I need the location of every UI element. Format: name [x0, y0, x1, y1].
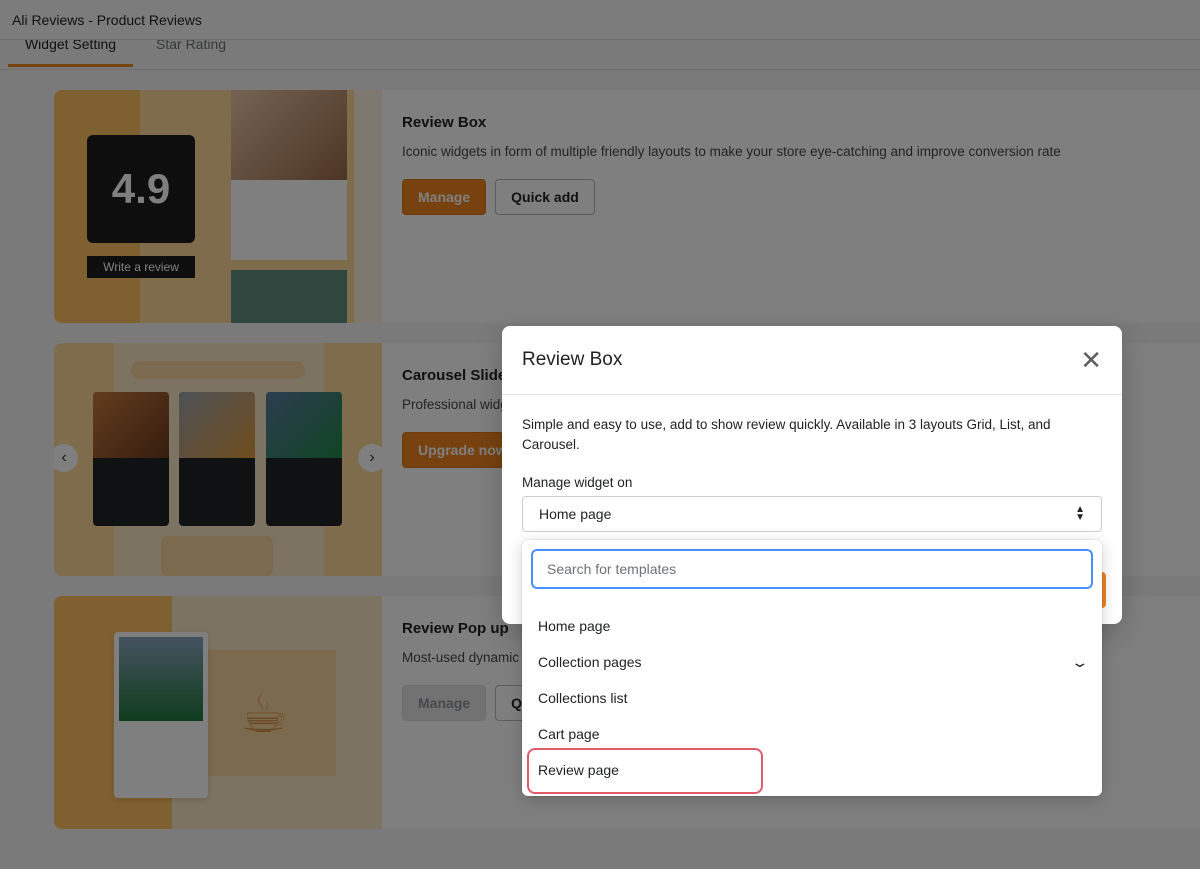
search-input[interactable] [533, 551, 1091, 587]
option-cart-page[interactable]: Cart page [522, 716, 1102, 752]
modal-title: Review Box [522, 349, 623, 370]
option-review-page[interactable]: Review page [522, 752, 1102, 788]
chevron-down-icon[interactable]: ⌄ [1071, 654, 1090, 671]
page-select-value: Home page [539, 506, 612, 522]
page-select[interactable]: Home page ▲ ▼ [522, 496, 1102, 532]
field-label: Manage widget on [522, 475, 633, 490]
option-home-page[interactable]: Home page [522, 608, 1102, 644]
option-label: Review page [538, 762, 619, 778]
close-icon[interactable]: ✕ [1080, 347, 1102, 373]
option-label: Cart page [538, 726, 600, 742]
option-label: Home page [538, 618, 611, 634]
option-label: Collections list [538, 690, 628, 706]
search-field [531, 549, 1093, 589]
modal-description: Simple and easy to use, add to show revi… [522, 417, 1051, 452]
template-dropdown: Home page Collection pages ⌄ Collections… [522, 540, 1102, 796]
option-collections-list[interactable]: Collections list [522, 680, 1102, 716]
select-arrows-icon: ▲ ▼ [1075, 504, 1085, 523]
option-collection-pages[interactable]: Collection pages ⌄ [522, 644, 1102, 680]
option-label: Collection pages [538, 654, 642, 670]
